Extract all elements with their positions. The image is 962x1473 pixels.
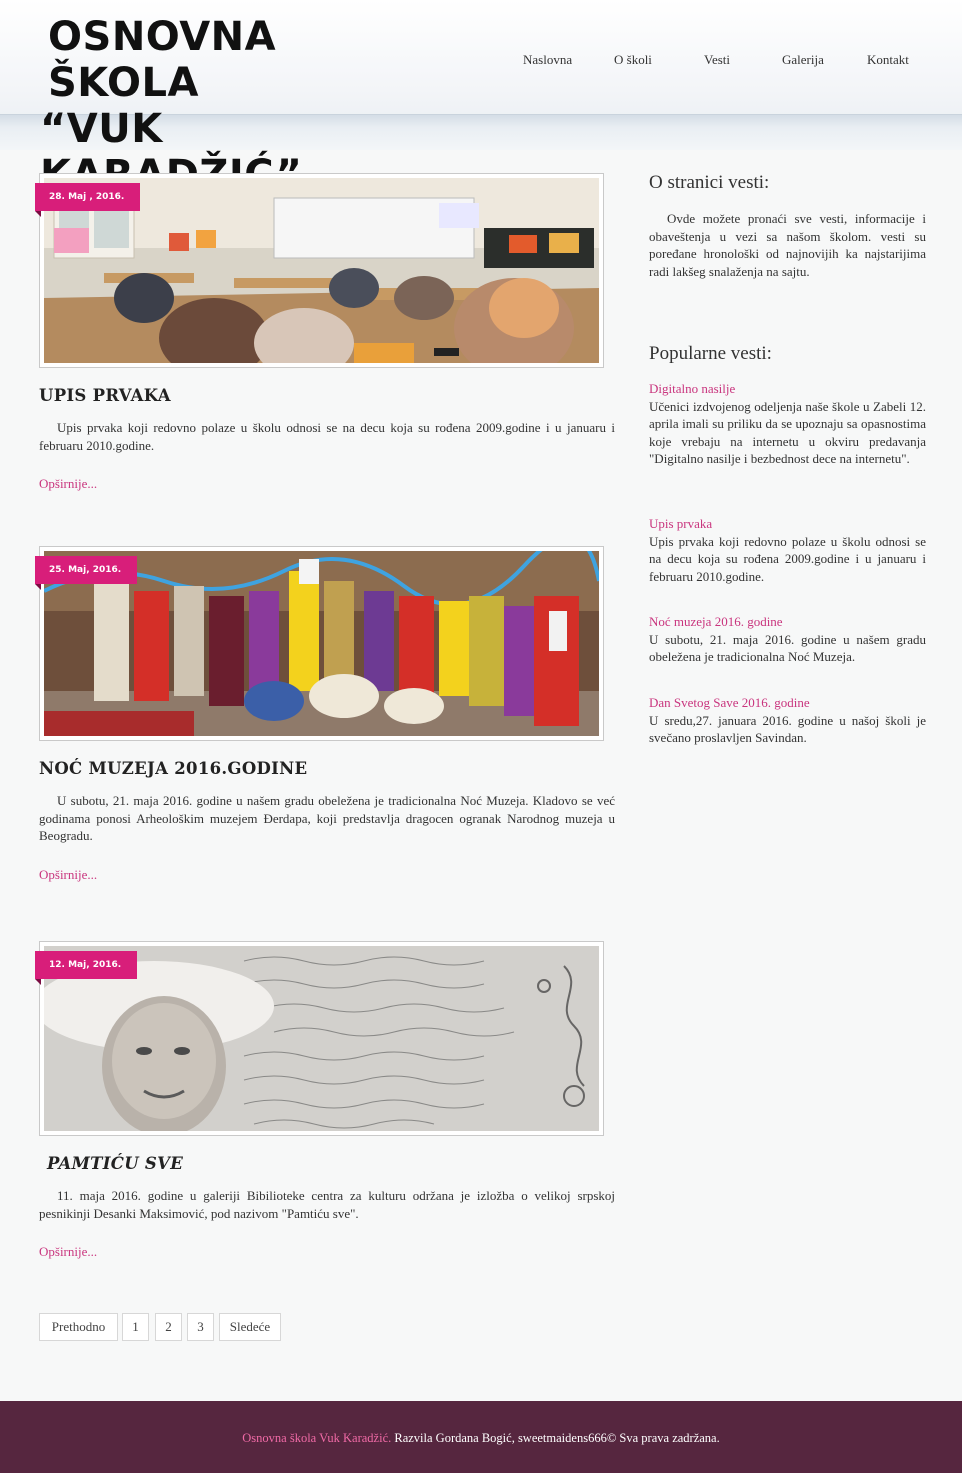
site-header: OSNOVNA ŠKOLA “VUK KARADŽIĆ” Naslovna O … — [0, 0, 962, 198]
article-title[interactable]: NOĆ MUZEJA 2016.GODINE — [39, 759, 615, 778]
popular-item-text: Upis prvaka koji redovno polaze u školu … — [649, 533, 926, 584]
news-article: 28. Maj , 2016. UPIS PRVAKA Upis prvaka … — [35, 173, 615, 492]
site-footer: Osnovna škola Vuk Karadžić. Razvila Gord… — [0, 1401, 962, 1473]
popular-item-link[interactable]: Digitalno nasilje — [649, 380, 926, 398]
nav-item-o-skoli[interactable]: O školi — [614, 52, 652, 68]
footer-brand[interactable]: Osnovna škola Vuk Karadžić. — [242, 1431, 391, 1445]
pagination-prev-button[interactable]: Prethodno — [39, 1313, 118, 1341]
read-more-link[interactable]: Opširnije... — [39, 1244, 615, 1260]
date-badge: 12. Maj, 2016. — [35, 951, 138, 985]
nav-item-kontakt[interactable]: Kontakt — [867, 52, 909, 68]
nav-item-galerija[interactable]: Galerija — [782, 52, 824, 68]
about-text: Ovde možete pronaći sve vesti, informaci… — [649, 211, 926, 279]
pagination-next-button[interactable]: Sledeće — [219, 1313, 281, 1341]
article-excerpt: 11. maja 2016. godine u galeriji Bibilio… — [39, 1188, 615, 1221]
article-image-frame[interactable]: 12. Maj, 2016. — [35, 941, 604, 1136]
popular-item-text: U subotu, 21. maja 2016. godine u našem … — [649, 631, 926, 665]
popular-item-text: Učenici izdvojenog odeljenja naše škole … — [649, 398, 926, 467]
article-excerpt: U subotu, 21. maja 2016. godine u našem … — [39, 793, 615, 843]
popular-item-link[interactable]: Upis prvaka — [649, 515, 926, 533]
popular-item: Digitalno nasilje Učenici izdvojenog ode… — [649, 380, 926, 468]
date-badge: 25. Maj, 2016. — [35, 556, 138, 590]
pagination-page-2[interactable]: 2 — [155, 1313, 182, 1341]
read-more-link[interactable]: Opširnije... — [39, 476, 615, 492]
about-heading: O stranici vesti: — [649, 172, 770, 193]
pagination-page-3[interactable]: 3 — [187, 1313, 214, 1341]
popular-item-link[interactable]: Noć muzeja 2016. godine — [649, 613, 926, 631]
news-article: 25. Maj, 2016. NOĆ MUZEJA 2016.GODINE U … — [35, 546, 615, 883]
popular-item: Upis prvaka Upis prvaka koji redovno pol… — [649, 515, 926, 585]
article-excerpt: Upis prvaka koji redovno polaze u školu … — [39, 420, 615, 453]
article-image-frame[interactable]: 25. Maj, 2016. — [35, 546, 604, 741]
read-more-link[interactable]: Opširnije... — [39, 867, 615, 883]
sidebar-about: O stranici vesti: Ovde možete pronaći sv… — [649, 172, 926, 280]
news-article: 12. Maj, 2016. PAMTIĆU SVE 11. maja 2016… — [35, 941, 615, 1260]
footer-credits: Razvila Gordana Bogić, sweetmaidens666© … — [391, 1431, 720, 1445]
site-logo[interactable]: OSNOVNA ŠKOLA “VUK KARADŽIĆ” — [40, 14, 420, 198]
main-nav: Naslovna O školi Vesti Galerija Kontakt — [0, 52, 962, 72]
nav-item-vesti[interactable]: Vesti — [704, 52, 730, 68]
popular-item: Dan Svetog Save 2016. godine U sredu,27.… — [649, 694, 926, 747]
article-title[interactable]: UPIS PRVAKA — [39, 386, 615, 405]
popular-heading: Popularne vesti: — [649, 343, 772, 364]
date-badge: 28. Maj , 2016. — [35, 183, 141, 217]
article-title[interactable]: PAMTIĆU SVE — [39, 1154, 615, 1173]
popular-item: Noć muzeja 2016. godine U subotu, 21. ma… — [649, 613, 926, 666]
pagination-page-1[interactable]: 1 — [122, 1313, 149, 1341]
popular-item-text: U sredu,27. januara 2016. godine u našoj… — [649, 712, 926, 746]
article-image-frame[interactable]: 28. Maj , 2016. — [35, 173, 604, 368]
nav-item-naslovna[interactable]: Naslovna — [523, 52, 572, 68]
popular-heading-box: Popularne vesti: — [649, 343, 926, 365]
popular-item-link[interactable]: Dan Svetog Save 2016. godine — [649, 694, 926, 712]
